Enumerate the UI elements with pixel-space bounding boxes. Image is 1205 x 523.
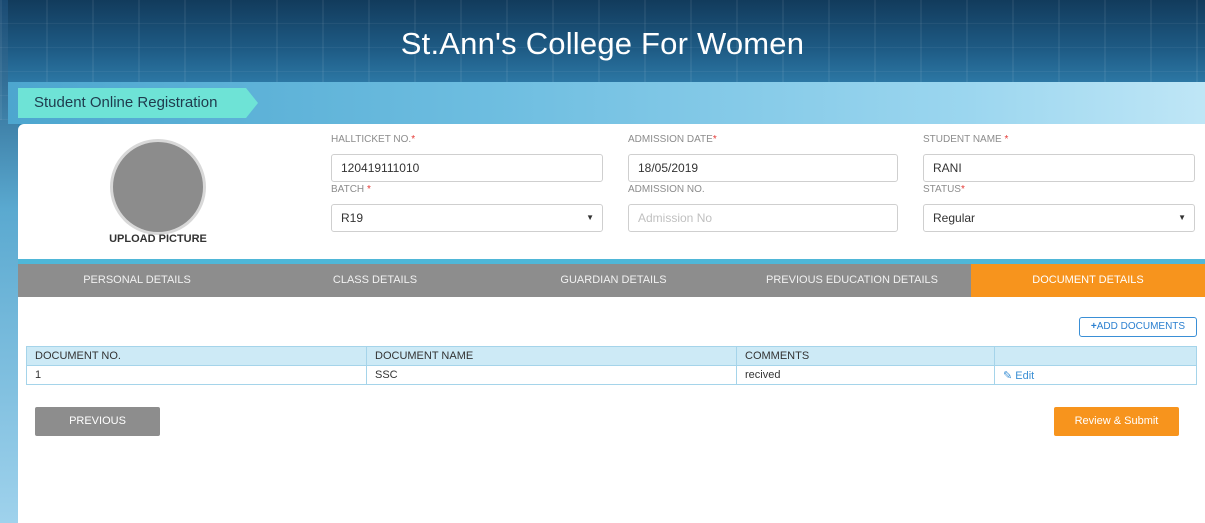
status-label-text: STATUS xyxy=(923,184,961,195)
column-header-document-no: DOCUMENT NO. xyxy=(26,346,367,366)
student-name-label: STUDENT NAME * xyxy=(923,134,1008,145)
cell-document-name: SSC xyxy=(366,365,737,385)
table-row: 1 SSC recived ✎ Edit xyxy=(26,365,1197,385)
hallticket-input[interactable]: 120419111010 xyxy=(331,154,603,182)
cell-document-no: 1 xyxy=(26,365,367,385)
required-mark: * xyxy=(960,184,965,195)
cell-actions: ✎ Edit xyxy=(994,365,1197,385)
tab-guardian-details[interactable]: GUARDIAN DETAILS xyxy=(494,264,733,297)
previous-button[interactable]: PREVIOUS xyxy=(35,407,160,436)
hallticket-label-text: HALLTICKET NO. xyxy=(331,134,412,145)
column-header-actions xyxy=(994,346,1197,366)
batch-selected-value: R19 xyxy=(341,211,364,225)
status-label: STATUS* xyxy=(923,184,965,195)
tab-personal-details[interactable]: PERSONAL DETAILS xyxy=(18,264,256,297)
column-header-comments: COMMENTS xyxy=(736,346,995,366)
admission-date-label: ADMISSION DATE* xyxy=(628,134,717,145)
breadcrumb: Student Online Registration xyxy=(18,88,258,118)
admission-no-input[interactable]: Admission No xyxy=(628,204,898,232)
status-select[interactable]: Regular ▼ xyxy=(923,204,1195,232)
add-documents-label: ADD DOCUMENTS xyxy=(1096,321,1186,332)
admission-date-input[interactable]: 18/05/2019 xyxy=(628,154,898,182)
admission-no-label: ADMISSION NO. xyxy=(628,184,705,195)
add-documents-button[interactable]: +ADD DOCUMENTS xyxy=(1079,317,1197,337)
required-mark: * xyxy=(411,134,416,145)
tab-document-details[interactable]: DOCUMENT DETAILS xyxy=(971,264,1205,297)
section-tabs: PERSONAL DETAILS CLASS DETAILS GUARDIAN … xyxy=(18,264,1205,297)
status-selected-value: Regular xyxy=(933,211,976,225)
student-name-label-text: STUDENT NAME xyxy=(923,134,1002,145)
column-header-document-name: DOCUMENT NAME xyxy=(366,346,737,366)
cell-comments: recived xyxy=(736,365,995,385)
registration-panel: UPLOAD PICTURE HALLTICKET NO.* 120419111… xyxy=(18,124,1205,523)
batch-select[interactable]: R19 ▼ xyxy=(331,204,603,232)
hallticket-label: HALLTICKET NO.* xyxy=(331,134,415,145)
caret-down-icon: ▼ xyxy=(586,213,594,222)
caret-down-icon: ▼ xyxy=(1178,213,1186,222)
batch-label-text: BATCH xyxy=(331,184,365,195)
student-name-input[interactable]: RANI xyxy=(923,154,1195,182)
documents-table: DOCUMENT NO. DOCUMENT NAME COMMENTS 1 SS… xyxy=(26,346,1197,385)
tab-previous-education-details[interactable]: PREVIOUS EDUCATION DETAILS xyxy=(733,264,971,297)
batch-label: BATCH * xyxy=(331,184,371,195)
tab-class-details[interactable]: CLASS DETAILS xyxy=(256,264,494,297)
admission-date-label-text: ADMISSION DATE xyxy=(628,134,713,145)
required-mark: * xyxy=(712,134,717,145)
required-mark: * xyxy=(366,184,371,195)
table-header-row: DOCUMENT NO. DOCUMENT NAME COMMENTS xyxy=(26,346,1197,366)
edit-link[interactable]: ✎ Edit xyxy=(1003,370,1034,382)
review-submit-button[interactable]: Review & Submit xyxy=(1054,407,1179,436)
upload-picture-label[interactable]: UPLOAD PICTURE xyxy=(78,233,238,245)
edit-label: Edit xyxy=(1015,369,1035,382)
required-mark: * xyxy=(1004,134,1009,145)
college-title: St.Ann's College For Women xyxy=(400,26,805,61)
avatar[interactable] xyxy=(110,139,206,235)
edit-icon: ✎ xyxy=(1003,369,1013,382)
